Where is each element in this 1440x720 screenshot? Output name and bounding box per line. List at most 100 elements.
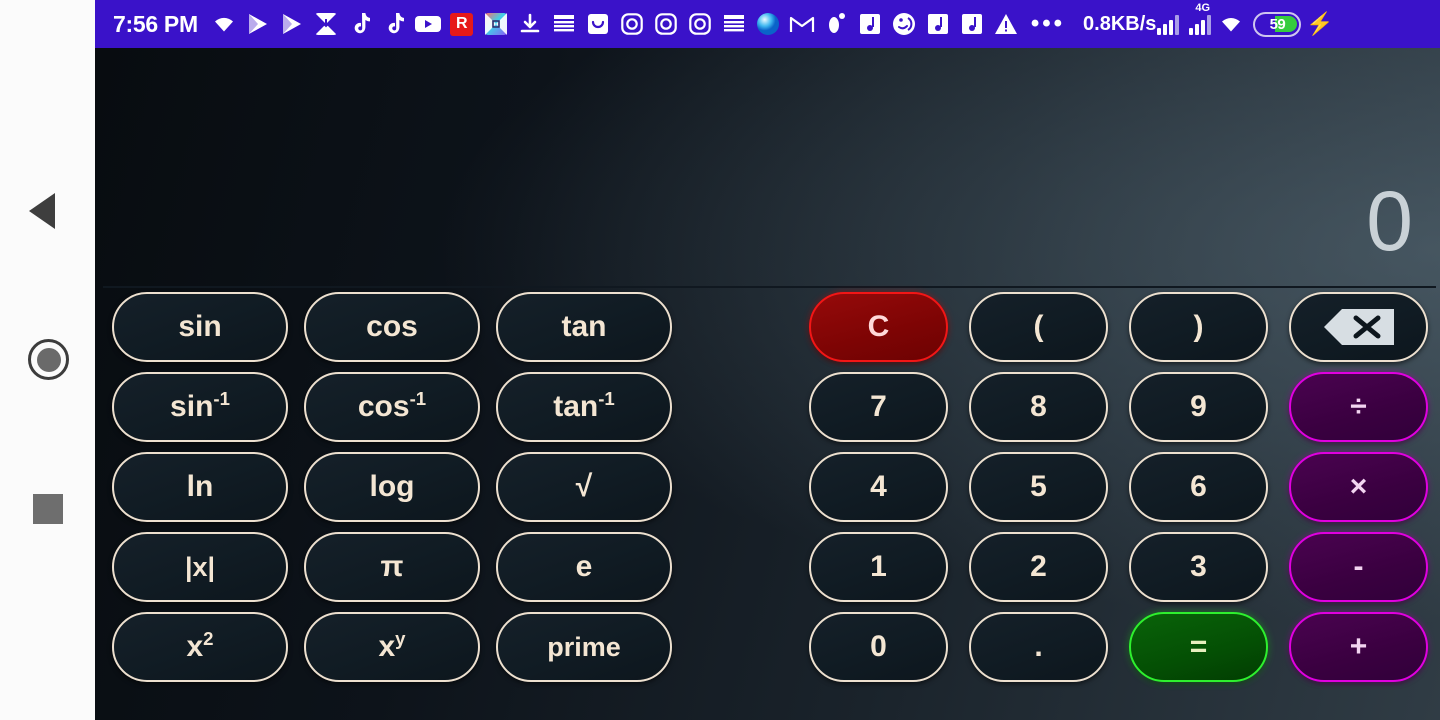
home-circle-icon[interactable] (28, 339, 69, 380)
overflow-dots-icon[interactable]: ••• (1031, 11, 1065, 36)
wifi-alert-icon (211, 11, 237, 37)
key-label: sin (178, 310, 222, 343)
key-clear[interactable]: C (809, 292, 948, 362)
key-label: |x| (184, 551, 216, 582)
key-five[interactable]: 5 (969, 452, 1108, 522)
key-cos[interactable]: cos (304, 292, 480, 362)
tiktok-icon-2 (381, 11, 407, 37)
key-two[interactable]: 2 (969, 532, 1108, 602)
key-three[interactable]: 3 (1129, 532, 1268, 602)
key-superscript: -1 (598, 388, 615, 409)
key-decimal[interactable]: . (969, 612, 1108, 682)
calculator-body: 0 sin cos tan sin-1 cos-1 tan-1 ln log √ |x| π e x2 x… (95, 48, 1440, 720)
browser-icon (755, 11, 781, 37)
key-minus[interactable]: - (1289, 532, 1428, 602)
key-label: 8 (1030, 390, 1047, 423)
recents-square-icon[interactable] (33, 494, 63, 524)
key-four[interactable]: 4 (809, 452, 948, 522)
key-divide[interactable]: ÷ (1289, 372, 1428, 442)
network-speed-label: 0.8KB/s (1083, 12, 1157, 35)
key-label: ) (1193, 310, 1204, 343)
key-one[interactable]: 1 (809, 532, 948, 602)
music-note-icon-2 (925, 11, 951, 37)
key-label: log (369, 470, 415, 503)
key-label: 5 (1030, 470, 1047, 503)
download-icon (517, 11, 543, 37)
key-label: x2 (186, 628, 214, 663)
key-square[interactable]: x2 (112, 612, 288, 682)
footprint-icon (823, 11, 849, 37)
key-paren-open[interactable]: ( (969, 292, 1108, 362)
key-label: ln (186, 470, 214, 503)
key-log[interactable]: log (304, 452, 480, 522)
english-learning-icon-1 (551, 11, 577, 37)
gmail-icon (789, 11, 815, 37)
backspace-icon (1323, 309, 1394, 345)
key-tan[interactable]: tan (496, 292, 672, 362)
key-label: 3 (1190, 550, 1207, 583)
instagram-icon-1 (619, 11, 645, 37)
key-asin[interactable]: sin-1 (112, 372, 288, 442)
key-label: . (1034, 630, 1043, 663)
instagram-icon-3 (687, 11, 713, 37)
key-label: × (1349, 470, 1368, 503)
english-learning-icon-2 (721, 11, 747, 37)
numeric-keypad: C () 7 8 9 ÷ 4 5 6 × 1 2 3 - 0. = + (809, 288, 1428, 720)
key-multiply[interactable]: × (1289, 452, 1428, 522)
scientific-keypad: sin cos tan sin-1 cos-1 tan-1 ln log √ |x| π e x2 xy p… (112, 288, 672, 720)
key-superscript: y (395, 628, 406, 649)
key-label: 4 (870, 470, 887, 503)
key-superscript: -1 (409, 388, 427, 409)
key-paren-close[interactable]: ) (1129, 292, 1268, 362)
key-ln[interactable]: ln (112, 452, 288, 522)
key-label: C (867, 310, 890, 343)
back-triangle-icon[interactable] (29, 193, 55, 229)
key-abs[interactable]: |x| (112, 532, 288, 602)
r-app-icon: R (449, 11, 475, 37)
key-label: + (1349, 630, 1368, 663)
key-six[interactable]: 6 (1129, 452, 1268, 522)
key-power[interactable]: xy (304, 612, 480, 682)
calculator-display[interactable]: 0 (95, 48, 1440, 288)
key-label: prime (547, 631, 621, 662)
signal-bars-sim1-icon (1157, 11, 1180, 37)
key-superscript: 2 (203, 628, 214, 649)
play-store-icon-2 (279, 11, 305, 37)
key-seven[interactable]: 7 (809, 372, 948, 442)
play-store-icon-1 (245, 11, 271, 37)
key-label: 9 (1190, 390, 1207, 423)
home-inner-dot (36, 347, 61, 372)
status-clock: 7:56 PM (113, 10, 198, 37)
device-screen: 7:56 PM R ••• 0.8KB/s 4G 59 ⚡ 0 sin cos … (0, 0, 1440, 720)
music-note-icon-3 (959, 11, 985, 37)
key-sqrt[interactable]: √ (496, 452, 672, 522)
key-atan[interactable]: tan-1 (496, 372, 672, 442)
smile-bag-icon (585, 11, 611, 37)
key-acos[interactable]: cos-1 (304, 372, 480, 442)
key-label: 1 (870, 550, 887, 583)
audio-wave-icon (891, 11, 917, 37)
key-sin[interactable]: sin (112, 292, 288, 362)
key-label: ( (1033, 310, 1044, 343)
music-note-icon-1 (857, 11, 883, 37)
warning-triangle-icon (993, 11, 1019, 37)
signal-bars-sim2-icon: 4G (1189, 2, 1212, 35)
key-label: tan-1 (553, 388, 615, 423)
battery-indicator: 59 (1253, 11, 1302, 37)
key-eight[interactable]: 8 (969, 372, 1108, 442)
system-navigation-bar (0, 0, 95, 720)
key-backspace[interactable] (1289, 292, 1428, 362)
key-zero[interactable]: 0 (809, 612, 948, 682)
key-prime[interactable]: prime (496, 612, 672, 682)
tiktok-icon-1 (347, 11, 373, 37)
key-equals[interactable]: = (1129, 612, 1268, 682)
key-nine[interactable]: 9 (1129, 372, 1268, 442)
battery-level-label: 59 (1269, 15, 1286, 33)
key-e[interactable]: e (496, 532, 672, 602)
key-label: 2 (1030, 550, 1047, 583)
calculator-keypad: sin cos tan sin-1 cos-1 tan-1 ln log √ |x| π e x2 xy p… (95, 288, 1440, 720)
key-plus[interactable]: + (1289, 612, 1428, 682)
key-label: e (575, 550, 593, 583)
key-pi[interactable]: π (304, 532, 480, 602)
key-label: sin-1 (170, 388, 230, 423)
